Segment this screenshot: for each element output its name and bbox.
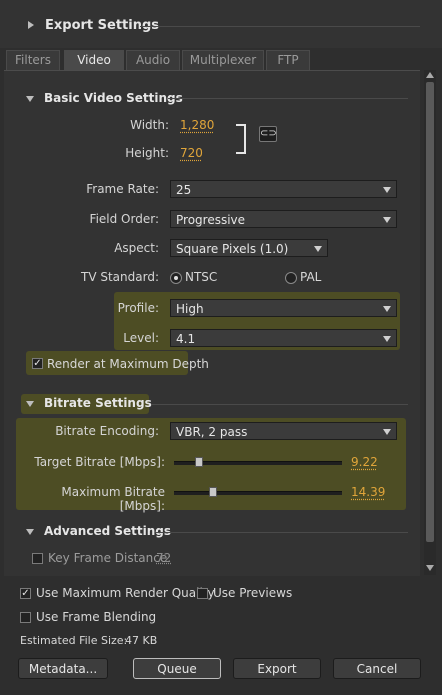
tab-ftp[interactable]: FTP [266,50,310,70]
collapse-arrow-icon[interactable] [26,96,34,102]
bitrate-settings-title: Bitrate Settings [44,396,152,410]
section-divider [152,404,408,405]
aspect-dropdown[interactable]: Square Pixels (1.0) [170,239,328,257]
max-bitrate-slider-thumb[interactable] [209,487,217,497]
level-label: Level: [123,331,159,345]
basic-video-settings-title: Basic Video Settings [44,91,183,105]
bitrate-encoding-dropdown[interactable]: VBR, 2 pass [170,422,397,440]
tab-audio[interactable]: Audio [126,50,180,70]
chevron-down-icon [383,336,391,342]
section-divider [156,532,408,533]
width-value[interactable]: 1,280 [180,118,214,132]
aspect-value: Square Pixels (1.0) [176,242,289,256]
scroll-down-icon[interactable] [426,565,434,571]
export-settings-header: Export Settings [0,0,442,48]
render-max-depth-label: Render at Maximum Depth [47,357,209,371]
height-label: Height: [125,146,169,160]
chevron-down-icon [383,429,391,435]
level-value: 4.1 [176,332,196,346]
max-bitrate-label: Maximum Bitrate [Mbps]: [61,485,165,513]
pal-label: PAL [300,270,322,284]
frame-rate-label: Frame Rate: [86,182,159,196]
use-frame-blending-checkbox[interactable] [20,612,31,623]
collapse-arrow-icon[interactable] [26,529,34,535]
use-max-render-quality-checkbox[interactable]: ✓ [20,588,31,599]
bitrate-encoding-label: Bitrate Encoding: [55,424,159,438]
key-frame-distance-label: Key Frame Distance: [48,551,172,565]
profile-label: Profile: [117,301,159,315]
ntsc-label: NTSC [185,270,218,284]
video-settings-panel: Basic Video Settings Width: 1,280 Height… [4,70,420,576]
render-max-depth-checkbox[interactable]: ✓ [32,358,43,369]
level-dropdown[interactable]: 4.1 [170,329,397,347]
use-previews-checkbox[interactable] [197,588,208,599]
advanced-settings-title: Advanced Settings [44,524,172,538]
height-value[interactable]: 720 [180,146,203,160]
tab-multiplexer[interactable]: Multiplexer [182,50,264,70]
expand-arrow-icon[interactable] [28,21,34,29]
scroll-up-icon[interactable] [426,72,434,78]
target-bitrate-value[interactable]: 9.22 [351,455,378,469]
ntsc-radio[interactable] [170,272,182,284]
field-order-value: Progressive [176,213,246,227]
export-button[interactable]: Export [233,658,321,679]
max-bitrate-slider[interactable] [174,491,342,495]
frame-rate-value: 25 [176,183,192,197]
chevron-down-icon [314,246,322,252]
bitrate-encoding-value: VBR, 2 pass [176,425,248,439]
target-bitrate-slider-thumb[interactable] [195,457,203,467]
vertical-scrollbar[interactable] [424,70,436,575]
field-order-dropdown[interactable]: Progressive [170,210,397,228]
chevron-down-icon [383,187,391,193]
use-frame-blending-label: Use Frame Blending [36,610,157,624]
metadata-button[interactable]: Metadata... [18,658,108,679]
estimated-file-size-label: Estimated File Size: [20,634,128,647]
link-bracket [236,124,246,154]
key-frame-distance-checkbox[interactable] [32,553,43,564]
target-bitrate-label: Target Bitrate [Mbps]: [34,455,165,469]
profile-value: High [176,302,204,316]
queue-button[interactable]: Queue [133,658,221,679]
chain-link-icon[interactable]: ⊂⊃ [259,126,277,142]
chevron-down-icon [383,217,391,223]
key-frame-distance-value[interactable]: 72 [156,551,171,565]
scrollbar-thumb[interactable] [426,82,434,542]
tab-filters[interactable]: Filters [6,50,60,70]
frame-rate-dropdown[interactable]: 25 [170,180,397,198]
aspect-label: Aspect: [114,241,159,255]
header-divider [140,26,420,27]
collapse-arrow-icon[interactable] [26,401,34,407]
estimated-file-size-value: 47 KB [125,634,158,647]
section-divider [168,98,408,99]
use-previews-label: Use Previews [213,586,293,600]
max-bitrate-value[interactable]: 14.39 [351,485,385,499]
tv-standard-label: TV Standard: [81,270,159,284]
chevron-down-icon [383,306,391,312]
width-label: Width: [130,118,169,132]
tab-video[interactable]: Video [64,50,124,71]
profile-dropdown[interactable]: High [170,299,397,317]
pal-radio[interactable] [285,272,297,284]
field-order-label: Field Order: [89,212,159,226]
use-max-render-quality-label: Use Maximum Render Quality [36,586,215,600]
cancel-button[interactable]: Cancel [333,658,421,679]
